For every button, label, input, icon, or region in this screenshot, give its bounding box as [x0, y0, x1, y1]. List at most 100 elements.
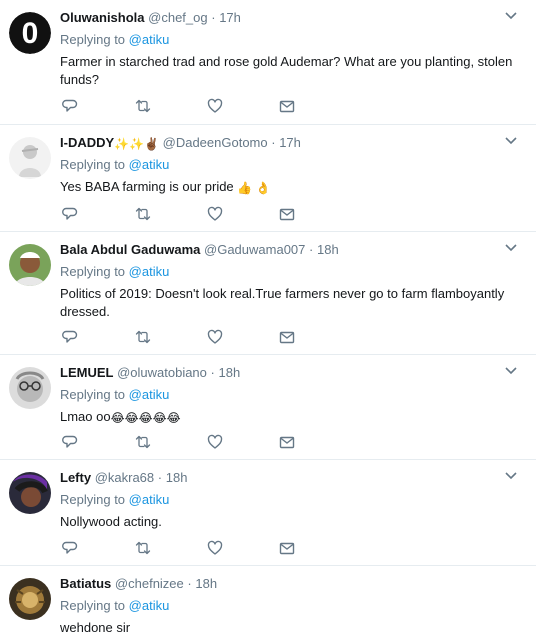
avatar[interactable]: 0	[9, 12, 51, 54]
username[interactable]: @chefnizee	[115, 576, 184, 591]
separator: ·	[210, 365, 215, 380]
tweet-text: Yes BABA farming is our pride 👍 👌	[60, 178, 518, 196]
tweet-actions	[61, 434, 321, 452]
text-emoji: 😂😂😂😂😂	[110, 411, 181, 425]
fullname[interactable]: Batiatus	[60, 576, 111, 591]
reply-icon[interactable]	[62, 434, 78, 450]
like-icon[interactable]	[207, 540, 223, 556]
reply-to-link[interactable]: @atiku	[129, 157, 170, 172]
tweet-text-body: Lmao oo	[60, 409, 111, 424]
tweet-item[interactable]: 0 Oluwanishola @chef_og · 17h Replying t…	[0, 0, 536, 125]
direct-message-icon[interactable]	[279, 540, 295, 556]
reply-prefix: Replying to	[60, 264, 126, 279]
avatar[interactable]	[9, 367, 51, 409]
timestamp[interactable]: 17h	[279, 135, 301, 150]
chevron-down-icon[interactable]	[504, 243, 518, 253]
tweet-actions	[61, 329, 321, 347]
reply-icon[interactable]	[62, 98, 78, 114]
replies-feed: 0 Oluwanishola @chef_og · 17h Replying t…	[0, 0, 536, 641]
username[interactable]: @oluwatobiano	[117, 365, 207, 380]
tweet-content: I-DADDY✨✨✌🏾 @DadeenGotomo · 17h Replying…	[60, 134, 518, 196]
avatar[interactable]	[9, 137, 51, 179]
reply-prefix: Replying to	[60, 387, 126, 402]
fullname-emoji: ✨✨✌🏾	[114, 137, 159, 151]
chevron-down-icon[interactable]	[504, 471, 518, 481]
fullname[interactable]: Oluwanishola	[60, 10, 145, 25]
retweet-icon[interactable]	[135, 329, 151, 345]
timestamp[interactable]: 18h	[166, 470, 188, 485]
avatar-image	[9, 367, 51, 409]
retweet-icon[interactable]	[135, 540, 151, 556]
reply-icon[interactable]	[62, 540, 78, 556]
tweet-actions	[61, 206, 321, 224]
reply-prefix: Replying to	[60, 598, 126, 613]
replying-to: Replying to @atiku	[60, 31, 518, 49]
chevron-down-icon[interactable]	[504, 366, 518, 376]
tweet-content: Oluwanishola @chef_og · 17h Replying to …	[60, 9, 518, 89]
username[interactable]: @chef_og	[148, 10, 207, 25]
reply-to-link[interactable]: @atiku	[129, 492, 170, 507]
reply-to-link[interactable]: @atiku	[129, 598, 170, 613]
replying-to: Replying to @atiku	[60, 386, 518, 404]
separator: ·	[187, 576, 192, 591]
reply-to-link[interactable]: @atiku	[129, 264, 170, 279]
timestamp[interactable]: 18h	[317, 242, 339, 257]
like-icon[interactable]	[207, 98, 223, 114]
like-icon[interactable]	[207, 434, 223, 450]
tweet-header: Oluwanishola @chef_og · 17h	[60, 9, 518, 27]
reply-prefix: Replying to	[60, 492, 126, 507]
timestamp[interactable]: 17h	[219, 10, 241, 25]
like-icon[interactable]	[207, 329, 223, 345]
replying-to: Replying to @atiku	[60, 263, 518, 281]
chevron-down-icon[interactable]	[504, 11, 518, 21]
direct-message-icon[interactable]	[279, 329, 295, 345]
direct-message-icon[interactable]	[279, 434, 295, 450]
tweet-header: LEMUEL @oluwatobiano · 18h	[60, 364, 518, 382]
avatar[interactable]	[9, 472, 51, 514]
separator: ·	[211, 10, 216, 25]
fullname[interactable]: I-DADDY	[60, 135, 114, 150]
reply-icon[interactable]	[62, 206, 78, 222]
avatar-image	[9, 578, 51, 620]
fullname[interactable]: Lefty	[60, 470, 91, 485]
tweet-header: Lefty @kakra68 · 18h	[60, 469, 518, 487]
tweet-item[interactable]: Bala Abdul Gaduwama @Gaduwama007 · 18h R…	[0, 232, 536, 355]
tweet-item[interactable]: LEMUEL @oluwatobiano · 18h Replying to @…	[0, 355, 536, 460]
text-emoji: 👍 👌	[237, 181, 271, 195]
separator: ·	[309, 242, 314, 257]
retweet-icon[interactable]	[135, 98, 151, 114]
tweet-text-body: Yes BABA farming is our pride	[60, 179, 234, 194]
reply-to-link[interactable]: @atiku	[129, 387, 170, 402]
username[interactable]: @kakra68	[95, 470, 154, 485]
tweet-header: I-DADDY✨✨✌🏾 @DadeenGotomo · 17h	[60, 134, 518, 152]
tweet-content: Bala Abdul Gaduwama @Gaduwama007 · 18h R…	[60, 241, 518, 321]
tweet-text: Nollywood acting.	[60, 514, 162, 529]
reply-icon[interactable]	[62, 329, 78, 345]
direct-message-icon[interactable]	[279, 206, 295, 222]
tweet-item[interactable]: Lefty @kakra68 · 18h Replying to @atiku …	[0, 460, 536, 566]
like-icon[interactable]	[207, 206, 223, 222]
tweet-header: Batiatus @chefnizee · 18h	[60, 575, 518, 593]
retweet-icon[interactable]	[135, 434, 151, 450]
fullname[interactable]: Bala Abdul Gaduwama	[60, 242, 200, 257]
reply-to-link[interactable]: @atiku	[129, 32, 170, 47]
retweet-icon[interactable]	[135, 206, 151, 222]
reply-prefix: Replying to	[60, 32, 126, 47]
separator: ·	[157, 470, 163, 485]
chevron-down-icon[interactable]	[504, 136, 518, 146]
avatar-image	[9, 244, 51, 286]
username[interactable]: @DadeenGotomo	[163, 135, 268, 150]
timestamp[interactable]: 18h	[219, 365, 241, 380]
tweet-content: LEMUEL @oluwatobiano · 18h Replying to @…	[60, 364, 518, 426]
avatar[interactable]	[9, 578, 51, 620]
tweet-item[interactable]: Batiatus @chefnizee · 18h Replying to @a…	[0, 566, 536, 641]
tweet-item[interactable]: I-DADDY✨✨✌🏾 @DadeenGotomo · 17h Replying…	[0, 125, 536, 232]
timestamp[interactable]: 18h	[195, 576, 217, 591]
direct-message-icon[interactable]	[279, 98, 295, 114]
username[interactable]: @Gaduwama007	[204, 242, 305, 257]
fullname[interactable]: LEMUEL	[60, 365, 113, 380]
tweet-text: wehdone sir	[60, 620, 131, 635]
avatar-letter: 0	[22, 17, 39, 50]
avatar[interactable]	[9, 244, 51, 286]
avatar-image	[9, 137, 51, 179]
